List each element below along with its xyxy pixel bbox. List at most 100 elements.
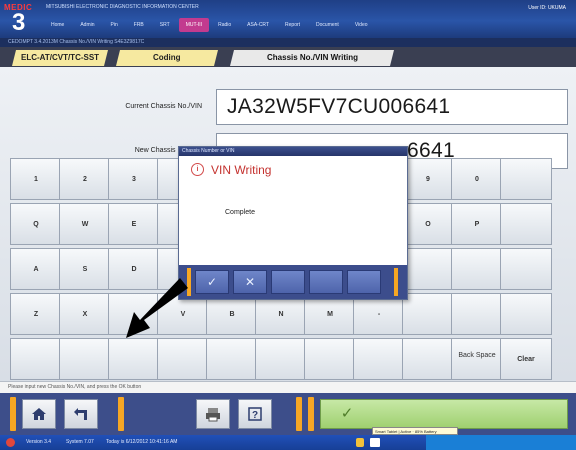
dialog-blank-button-2 xyxy=(309,270,343,294)
home-button[interactable] xyxy=(22,399,56,429)
key-blank[interactable] xyxy=(402,338,454,380)
status-line: Please input new Chassis No./VIN, and pr… xyxy=(0,381,576,393)
tablet-icon[interactable] xyxy=(370,438,380,447)
menu-item-document[interactable]: Document xyxy=(309,18,346,32)
tab-coding[interactable]: Coding xyxy=(116,50,218,66)
check-icon: ✓ xyxy=(206,275,218,289)
start-icon[interactable] xyxy=(6,438,15,447)
key-w[interactable]: W xyxy=(59,203,111,245)
key-blank[interactable] xyxy=(402,293,454,335)
key-o[interactable]: O xyxy=(402,203,454,245)
dialog-button-bar: ✓ ✕ xyxy=(179,265,407,299)
app-logo: MEDIC 3 xyxy=(4,3,38,37)
bottom-toolbar: ? ✓ xyxy=(0,393,576,435)
key-blank[interactable] xyxy=(353,338,405,380)
close-icon: ✕ xyxy=(244,275,256,289)
menu-item-pin[interactable]: Pin xyxy=(104,18,125,32)
key-blank[interactable] xyxy=(157,338,209,380)
lock-icon[interactable] xyxy=(356,438,364,447)
tab-elc-at-cvt[interactable]: ELC-AT/CVT/TC-SST xyxy=(12,50,108,66)
dialog-blank-button-3 xyxy=(347,270,381,294)
help-icon: ? xyxy=(248,407,262,421)
home-icon xyxy=(32,408,46,420)
user-info: User ID: UKUMA xyxy=(528,5,566,11)
menu-item-home[interactable]: Home xyxy=(44,18,71,32)
current-vin-field: JA32W5FV7CU006641 xyxy=(216,89,568,125)
tab-elc-at-cvt-label: ELC-AT/CVT/TC-SST xyxy=(20,53,100,62)
key-p[interactable]: P xyxy=(451,203,503,245)
dialog-blank-button-1 xyxy=(271,270,305,294)
dialog-cancel-button[interactable]: ✕ xyxy=(233,270,267,294)
app-title: MITSUBISHI ELECTRONIC DIAGNOSTIC INFORMA… xyxy=(46,4,199,10)
tab-vin-writing-label: Chassis No./VIN Writing xyxy=(266,53,358,62)
taskbar-version: Version 3.4 xyxy=(26,439,52,445)
tab-vin-writing[interactable]: Chassis No./VIN Writing xyxy=(230,50,394,66)
key-blank[interactable] xyxy=(402,248,454,290)
menu-item-video[interactable]: Video xyxy=(348,18,375,32)
menu-item-report[interactable]: Report xyxy=(278,18,307,32)
key-blank[interactable] xyxy=(206,338,258,380)
windows-taskbar: Version 3.4 System 7.07 Today is 6/12/20… xyxy=(0,435,576,450)
key-z[interactable]: Z xyxy=(10,293,62,335)
key-blank[interactable] xyxy=(108,338,160,380)
key-blank[interactable] xyxy=(500,203,552,245)
taskbar-system: System 7.07 xyxy=(66,439,94,445)
key-blank[interactable] xyxy=(451,248,503,290)
key-9[interactable]: 9 xyxy=(402,158,454,200)
menu-item-radio[interactable]: Radio xyxy=(211,18,238,32)
breadcrumb: CEDOMPT 3.4.2013M Chassis No./VIN Writin… xyxy=(0,38,576,47)
function-tabs: ELC-AT/CVT/TC-SST Coding Chassis No./VIN… xyxy=(0,47,576,67)
tab-coding-label: Coding xyxy=(153,53,181,62)
key-3[interactable]: 3 xyxy=(108,158,160,200)
svg-text:?: ? xyxy=(252,410,258,421)
tray-tooltip: Smart Tablet | Active · 85% Battery xyxy=(372,427,458,435)
key-backdashspace[interactable]: Back Space xyxy=(451,338,503,380)
dialog-heading: VIN Writing xyxy=(211,163,272,177)
key-blank[interactable] xyxy=(59,338,111,380)
current-vin-label: Current Chassis No./VIN xyxy=(125,103,202,110)
key-blank[interactable] xyxy=(451,293,503,335)
print-button[interactable] xyxy=(196,399,230,429)
key-blank[interactable] xyxy=(500,248,552,290)
key-1[interactable]: 1 xyxy=(10,158,62,200)
print-icon xyxy=(206,408,220,422)
key-blank[interactable] xyxy=(255,338,307,380)
back-button[interactable] xyxy=(64,399,98,429)
key-clear[interactable]: Clear xyxy=(500,338,552,380)
main-menu: Home Admin Pin FRB SRT MUT-III Radio ASA… xyxy=(44,18,375,32)
toolbar-flag xyxy=(118,397,124,431)
system-tray xyxy=(426,435,576,450)
key-q[interactable]: Q xyxy=(10,203,62,245)
key-blank[interactable] xyxy=(304,338,356,380)
menu-item-frb[interactable]: FRB xyxy=(127,18,151,32)
vin-writing-dialog: Chassis Number or VIN i VIN Writing Comp… xyxy=(178,146,408,300)
dialog-title: Chassis Number or VIN xyxy=(179,147,407,156)
menu-item-mut-iii[interactable]: MUT-III xyxy=(178,18,210,32)
key-2[interactable]: 2 xyxy=(59,158,111,200)
toolbar-flag xyxy=(10,397,16,431)
app-screen: MEDIC 3 MITSUBISHI ELECTRONIC DIAGNOSTIC… xyxy=(0,0,576,450)
pointer-arrow-icon xyxy=(126,278,188,338)
dialog-ok-button[interactable]: ✓ xyxy=(195,270,229,294)
current-vin-value: JA32W5FV7CU006641 xyxy=(227,95,451,118)
dialog-message: Complete xyxy=(225,209,255,216)
ok-button[interactable]: ✓ xyxy=(320,399,568,429)
info-icon: i xyxy=(191,163,204,176)
key-0[interactable]: 0 xyxy=(451,158,503,200)
back-icon xyxy=(74,408,87,420)
menu-item-admin[interactable]: Admin xyxy=(73,18,101,32)
dialog-flag-right xyxy=(394,268,398,296)
key-blank[interactable] xyxy=(500,293,552,335)
key-s[interactable]: S xyxy=(59,248,111,290)
key-e[interactable]: E xyxy=(108,203,160,245)
app-header: MEDIC 3 MITSUBISHI ELECTRONIC DIAGNOSTIC… xyxy=(0,0,576,38)
check-icon: ✓ xyxy=(340,405,354,422)
key-a[interactable]: A xyxy=(10,248,62,290)
key-blank[interactable] xyxy=(500,158,552,200)
help-button[interactable]: ? xyxy=(238,399,272,429)
key-blank[interactable] xyxy=(10,338,62,380)
status-text: Please input new Chassis No./VIN, and pr… xyxy=(8,384,142,390)
menu-item-asa-crt[interactable]: ASA-CRT xyxy=(240,18,276,32)
menu-item-srt[interactable]: SRT xyxy=(153,18,177,32)
key-x[interactable]: X xyxy=(59,293,111,335)
